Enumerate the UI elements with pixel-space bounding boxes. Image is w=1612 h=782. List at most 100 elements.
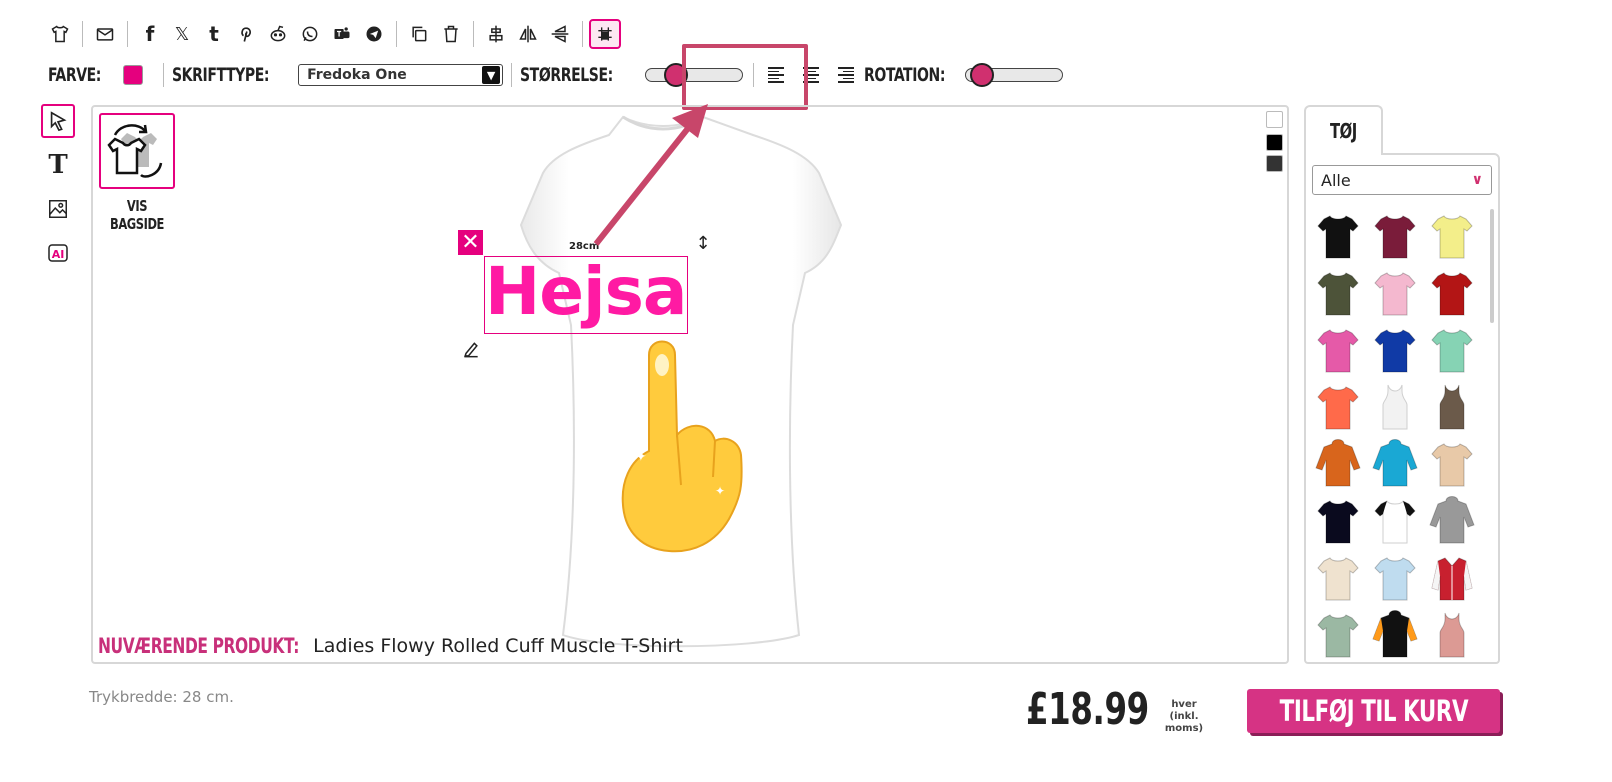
mail-icon[interactable]	[89, 19, 121, 49]
product-thumbnail[interactable]	[1424, 264, 1480, 321]
align-center-icon[interactable]	[800, 64, 822, 86]
color-picker[interactable]	[122, 65, 143, 85]
print-area-icon[interactable]	[589, 19, 621, 49]
tshirt-icon[interactable]	[44, 19, 76, 49]
text-options-bar: FARVE: SKRIFTTYPE: Fredoka One ▼ STØRREL…	[48, 60, 1064, 90]
product-grid	[1310, 207, 1488, 662]
options-divider	[753, 63, 755, 87]
product-thumbnail[interactable]	[1367, 378, 1423, 435]
flip-vertical-icon[interactable]	[544, 19, 576, 49]
product-thumbnail[interactable]	[1367, 549, 1423, 606]
whatsapp-icon[interactable]	[294, 19, 326, 49]
svg-text:✦: ✦	[635, 449, 647, 465]
background-swatch-white[interactable]	[1266, 111, 1283, 128]
product-thumbnail[interactable]	[1310, 264, 1366, 321]
garment-image	[1317, 385, 1359, 429]
garment-image	[1374, 328, 1416, 372]
price-note: hver (inkl. moms)	[1164, 699, 1204, 734]
flip-shirt-icon	[107, 124, 163, 178]
current-product: NUVÆRENDE PRODUKT: Ladies Flowy Rolled C…	[98, 634, 683, 658]
toolbar-divider	[396, 21, 397, 47]
color-label: FARVE:	[48, 64, 102, 86]
design-text[interactable]: Hejsa	[485, 253, 687, 330]
text-tool-icon[interactable]: T	[41, 148, 75, 182]
garment-image	[1317, 613, 1359, 657]
show-backside-button[interactable]	[99, 113, 175, 189]
toolbar-divider	[127, 21, 128, 47]
product-thumbnail[interactable]	[1424, 435, 1480, 492]
image-tool-icon[interactable]	[41, 192, 75, 226]
design-canvas[interactable]: VIS BAGSIDE ✦ ✦ ✕ 28cm ↕ Hejsa NUVÆRENDE…	[91, 105, 1289, 664]
align-left-icon[interactable]	[768, 64, 790, 86]
product-thumbnail[interactable]	[1310, 378, 1366, 435]
product-thumbnail[interactable]	[1367, 207, 1423, 264]
x-icon[interactable]: 𝕏	[166, 19, 198, 49]
category-select[interactable]: Alle ∨	[1312, 165, 1492, 195]
size-slider[interactable]	[645, 63, 744, 87]
share-toolbar: f 𝕏 t	[44, 18, 621, 50]
select-tool-icon[interactable]	[41, 104, 75, 138]
garment-image	[1315, 438, 1361, 486]
garment-image	[1374, 271, 1416, 315]
product-thumbnail[interactable]	[1310, 606, 1366, 662]
resize-handle-icon[interactable]: ↕	[691, 231, 715, 255]
category-select-value: Alle	[1321, 170, 1351, 190]
size-label: STØRRELSE:	[520, 64, 613, 86]
trash-icon[interactable]	[435, 19, 467, 49]
product-thumbnail[interactable]	[1424, 207, 1480, 264]
tumblr-icon[interactable]: t	[198, 19, 230, 49]
panel-scrollbar[interactable]	[1490, 209, 1494, 323]
garment-image	[1429, 495, 1475, 543]
product-thumbnail[interactable]	[1310, 207, 1366, 264]
font-label: SKRIFTTYPE:	[171, 64, 270, 86]
font-select[interactable]: Fredoka One ▼	[298, 64, 504, 86]
pinterest-icon[interactable]	[230, 19, 262, 49]
product-thumbnail[interactable]	[1310, 321, 1366, 378]
rotation-slider-handle[interactable]	[970, 63, 995, 87]
tab-clothing-label: TØJ	[1330, 119, 1357, 143]
toolbar-divider	[473, 21, 474, 47]
ai-tool-icon[interactable]: AI	[41, 236, 75, 270]
product-thumbnail[interactable]	[1424, 492, 1480, 549]
svg-text:AI: AI	[52, 248, 65, 261]
current-product-label: NUVÆRENDE PRODUKT:	[98, 634, 300, 658]
product-thumbnail[interactable]	[1367, 264, 1423, 321]
rotation-label: ROTATION:	[864, 64, 946, 86]
toolbar-divider	[82, 21, 83, 47]
tool-column: T AI	[40, 104, 76, 270]
product-thumbnail[interactable]	[1310, 492, 1366, 549]
options-divider	[511, 63, 513, 87]
teams-icon[interactable]	[326, 19, 358, 49]
size-slider-handle[interactable]	[664, 63, 689, 87]
product-thumbnail[interactable]	[1367, 321, 1423, 378]
flip-horizontal-icon[interactable]	[512, 19, 544, 49]
product-thumbnail[interactable]	[1367, 492, 1423, 549]
tab-clothing[interactable]: TØJ	[1304, 105, 1383, 155]
edit-text-icon[interactable]	[460, 339, 482, 361]
product-thumbnail[interactable]	[1424, 606, 1480, 662]
product-thumbnail[interactable]	[1424, 378, 1480, 435]
background-swatch-black[interactable]	[1266, 134, 1283, 151]
duplicate-icon[interactable]	[403, 19, 435, 49]
rotation-slider[interactable]	[965, 63, 1064, 87]
align-right-icon[interactable]	[832, 64, 855, 86]
delete-element-button[interactable]: ✕	[458, 230, 483, 255]
add-to-cart-label: TILFØJ TIL KURV	[1279, 694, 1468, 728]
add-to-cart-button[interactable]: TILFØJ TIL KURV	[1247, 689, 1500, 733]
reddit-icon[interactable]	[262, 19, 294, 49]
product-thumbnail[interactable]	[1310, 435, 1366, 492]
product-thumbnail[interactable]	[1424, 549, 1480, 606]
align-center-vertical-icon[interactable]	[480, 19, 512, 49]
garment-image	[1431, 271, 1473, 315]
background-swatch-dark[interactable]	[1266, 155, 1283, 172]
text-size-label: 28cm	[569, 241, 600, 252]
product-thumbnail[interactable]	[1367, 606, 1423, 662]
text-align-group	[768, 64, 855, 86]
price: £18.99	[1026, 684, 1149, 735]
product-thumbnail[interactable]	[1424, 321, 1480, 378]
print-width-info: Trykbredde: 28 cm.	[89, 688, 234, 706]
product-thumbnail[interactable]	[1310, 549, 1366, 606]
facebook-icon[interactable]: f	[134, 19, 166, 49]
product-thumbnail[interactable]	[1367, 435, 1423, 492]
telegram-icon[interactable]	[358, 19, 390, 49]
